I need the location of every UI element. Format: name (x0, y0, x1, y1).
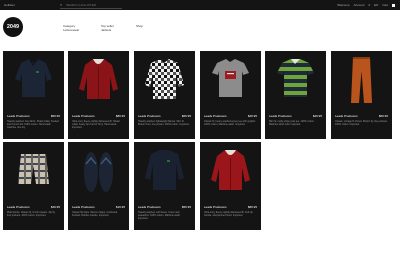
product-card[interactable]: Leads Producers $59.95 Heavily washed, s… (134, 142, 195, 230)
search-box: ⌕ (60, 2, 122, 9)
product-name[interactable]: Leads Producers (204, 114, 227, 118)
product-image-plaid-shorts[interactable] (3, 142, 64, 200)
product-price: $59.95 (50, 114, 60, 118)
product-price: $49.95 (50, 205, 60, 209)
product-description: Heavily washed, soft fleece. Crew neck s… (138, 211, 181, 221)
product-name[interactable]: Leads Producers (72, 205, 95, 209)
product-image-orange-pants[interactable] (331, 51, 392, 109)
brand-link[interactable]: Hollister (4, 0, 15, 10)
welcome-link[interactable]: Welcome (337, 0, 349, 10)
product-price: $19.95 (115, 205, 125, 209)
product-price: $69.95 (378, 114, 388, 118)
product-name[interactable]: Leads Producers (138, 205, 161, 209)
product-card[interactable]: Leads Producers $49.95 Plaid shorts. Cla… (3, 142, 64, 230)
product-image-red-zip-hoodie[interactable] (200, 142, 261, 200)
product-card[interactable]: Leads Producers $19.95 Classic flip flop… (68, 142, 129, 230)
product-description: Classic, vintage fit chinos. Button fly,… (335, 120, 388, 127)
cart-link[interactable]: Cart (382, 0, 388, 10)
product-description: Slim fit, rugby stripe polo tee. 100% co… (269, 120, 315, 127)
nav-item-category[interactable]: Category Leisurewear (63, 24, 81, 32)
language-link[interactable]: EN (374, 0, 378, 10)
product-description: Heavily washed, lightweight flannel. Sli… (138, 120, 190, 127)
product-image-navy-shirt[interactable] (3, 51, 64, 109)
product-price: $59.95 (181, 205, 191, 209)
product-card[interactable]: Leads Producers $59.95 Heavily washed, f… (3, 51, 64, 139)
cart-icon[interactable] (392, 3, 395, 7)
logo-text: 2049 (6, 24, 20, 30)
product-card[interactable]: Leads Producers $29.95 Slim fit, rugby s… (265, 51, 326, 139)
product-description: Ultra-cozy, fleece, lightly distressed f… (72, 120, 120, 130)
product-description: Classic fit, heavy washed jersey tee wit… (204, 120, 256, 127)
account-links: Welcome Account 0 EN Cart (337, 0, 395, 10)
account-link[interactable]: Account (354, 0, 365, 10)
search-icon[interactable]: ⌕ (60, 0, 62, 10)
search-input[interactable] (66, 2, 122, 8)
product-card[interactable]: Leads Producers $69.95 Classic, vintage … (331, 51, 392, 139)
product-price: $89.95 (247, 205, 257, 209)
product-description: Classic flip flops. Woven straps, cushio… (72, 211, 118, 218)
product-image-flip-flops[interactable] (68, 142, 129, 200)
product-card[interactable]: Leads Producers $29.95 Classic fit, heav… (200, 51, 261, 139)
product-name[interactable]: Leads Producers (269, 114, 292, 118)
nav-item-shop[interactable]: Shop (136, 24, 143, 28)
product-image-red-hoodie[interactable] (68, 51, 129, 109)
product-description: Heavily washed, fine fabric. Shawl colla… (7, 120, 59, 130)
logo[interactable]: 2049 (3, 17, 23, 37)
product-image-plaid-shirt[interactable] (134, 51, 195, 109)
product-name[interactable]: Leads Producers (138, 114, 161, 118)
product-image-striped-polo[interactable] (265, 51, 326, 109)
product-name[interactable]: Leads Producers (7, 114, 30, 118)
product-name[interactable]: Leads Producers (335, 114, 358, 118)
product-card[interactable]: Leads Producers $89.95 Ultra-cozy, fleec… (200, 142, 261, 230)
product-price: $29.95 (247, 114, 257, 118)
product-card[interactable]: Leads Producers $89.95 Ultra-cozy, fleec… (68, 51, 129, 139)
product-price: $69.95 (181, 114, 191, 118)
nav-item-jackets[interactable]: Top seller Jackets (101, 24, 118, 32)
product-name[interactable]: Leads Producers (72, 114, 95, 118)
product-description: Ultra-cozy, fleece, lightly distressed f… (204, 211, 253, 218)
product-description: Plaid shorts. Classic fit, 9 inch inseam… (7, 211, 56, 218)
product-price: $29.95 (312, 114, 322, 118)
cart-count: 0 (368, 3, 371, 7)
product-image-grey-tee[interactable] (200, 51, 261, 109)
product-name[interactable]: Leads Producers (7, 205, 30, 209)
product-price: $89.95 (115, 114, 125, 118)
top-bar: Hollister ⌕ Welcome Account 0 EN Cart (0, 0, 400, 10)
product-name[interactable]: Leads Producers (204, 205, 227, 209)
product-card[interactable]: Leads Producers $69.95 Heavily washed, l… (134, 51, 195, 139)
product-image-navy-sweatshirt[interactable] (134, 142, 195, 200)
